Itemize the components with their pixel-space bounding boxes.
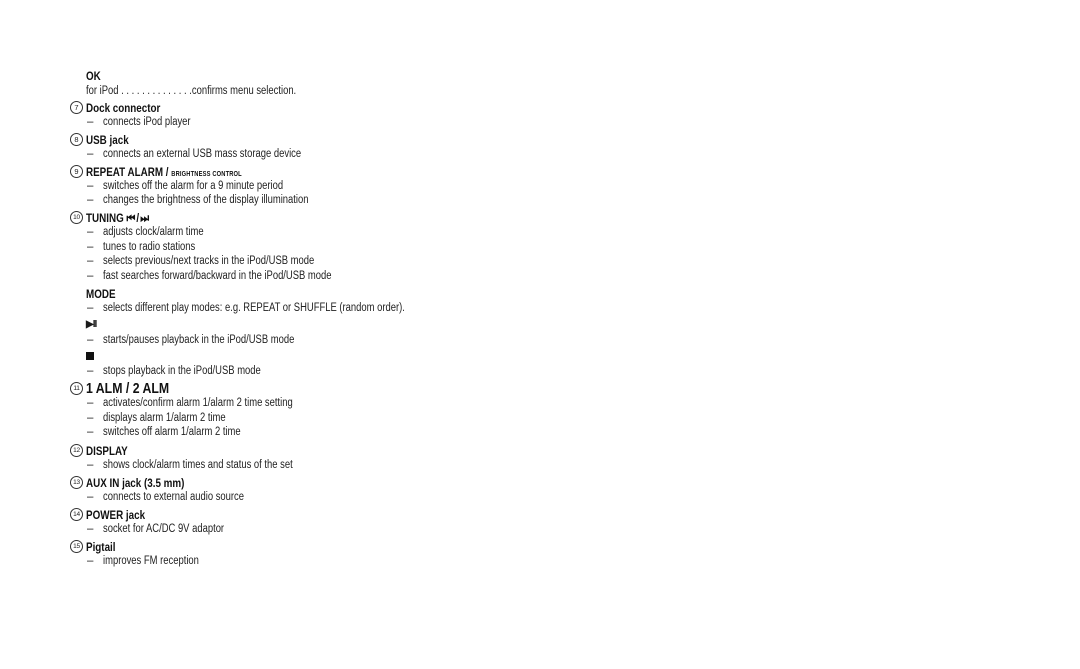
tuning-heading: TUNING ⏮ / ⏭ bbox=[86, 211, 149, 225]
tuning-desc-2: tunes to radio stations bbox=[103, 241, 196, 253]
tuning-desc-1: adjusts clock/alarm time bbox=[103, 226, 204, 238]
item-number-15: 15 bbox=[70, 540, 83, 553]
item-number-14: 14 bbox=[70, 508, 83, 521]
power-jack-desc: socket for AC/DC 9V adaptor bbox=[103, 523, 225, 535]
item-number-7: 7 bbox=[70, 101, 83, 114]
item-number-9: 9 bbox=[70, 165, 83, 178]
stop-icon bbox=[86, 352, 94, 360]
skip-prev-next-icon: ⏮ / ⏭ bbox=[126, 211, 149, 225]
repeat-alarm-title: REPEAT ALARM / bbox=[86, 165, 169, 179]
ok-row-leader: . . . . . . . . . . . . . . bbox=[121, 85, 192, 97]
tuning-desc-3: selects previous/next tracks in the iPod… bbox=[103, 255, 315, 267]
aux-in-heading: AUX IN jack (3.5 mm) bbox=[86, 476, 185, 490]
display-desc: shows clock/alarm times and status of th… bbox=[103, 459, 293, 471]
display-heading: DISPLAY bbox=[86, 444, 128, 458]
stop-desc: stops playback in the iPod/USB mode bbox=[103, 365, 261, 377]
item-number-8: 8 bbox=[70, 133, 83, 146]
bullet-dash: – bbox=[87, 148, 94, 160]
bullet-dash: – bbox=[87, 412, 94, 424]
pigtail-heading: Pigtail bbox=[86, 540, 116, 554]
repeat-alarm-desc-2: changes the brightness of the display il… bbox=[103, 194, 309, 206]
bullet-dash: – bbox=[87, 397, 94, 409]
bullet-dash: – bbox=[87, 116, 94, 128]
bullet-dash: – bbox=[87, 491, 94, 503]
usb-jack-heading: USB jack bbox=[86, 133, 129, 147]
mode-heading: MODE bbox=[86, 287, 116, 301]
play-pause-desc: starts/pauses playback in the iPod/USB m… bbox=[103, 334, 295, 346]
play-pause-icon: ▶II bbox=[86, 319, 97, 330]
bullet-dash: – bbox=[87, 426, 94, 438]
pigtail-desc: improves FM reception bbox=[103, 555, 199, 567]
alarm-heading: 1 ALM / 2 ALM bbox=[86, 380, 170, 397]
brightness-control-subtitle: BRIGHTNESS CONTROL bbox=[171, 171, 242, 178]
alarm-desc-3: switches off alarm 1/alarm 2 time bbox=[103, 426, 241, 438]
manual-page: OK for iPod . . . . . . . . . . . . . .c… bbox=[0, 0, 1080, 669]
item-number-13: 13 bbox=[70, 476, 83, 489]
bullet-dash: – bbox=[87, 523, 94, 535]
bullet-dash: – bbox=[87, 241, 94, 253]
bullet-dash: – bbox=[87, 365, 94, 377]
bullet-dash: – bbox=[87, 226, 94, 238]
bullet-dash: – bbox=[87, 255, 94, 267]
bullet-dash: – bbox=[87, 194, 94, 206]
bullet-dash: – bbox=[87, 180, 94, 192]
alarm-desc-1: activates/confirm alarm 1/alarm 2 time s… bbox=[103, 397, 293, 409]
aux-in-desc: connects to external audio source bbox=[103, 491, 245, 503]
bullet-dash: – bbox=[87, 459, 94, 471]
ok-heading: OK bbox=[86, 69, 101, 83]
bullet-dash: – bbox=[87, 334, 94, 346]
tuning-desc-4: fast searches forward/backward in the iP… bbox=[103, 270, 332, 282]
bullet-dash: – bbox=[87, 555, 94, 567]
dock-connector-desc: connects iPod player bbox=[103, 116, 191, 128]
item-number-12: 12 bbox=[70, 444, 83, 457]
mode-desc: selects different play modes: e.g. REPEA… bbox=[103, 302, 405, 314]
bullet-dash: – bbox=[87, 270, 94, 282]
dock-connector-heading: Dock connector bbox=[86, 101, 161, 115]
repeat-alarm-heading: REPEAT ALARM / BRIGHTNESS CONTROL bbox=[86, 166, 242, 178]
repeat-alarm-desc-1: switches off the alarm for a 9 minute pe… bbox=[103, 180, 284, 192]
power-jack-heading: POWER jack bbox=[86, 508, 146, 522]
tuning-title: TUNING bbox=[86, 211, 124, 225]
ok-row: for iPod . . . . . . . . . . . . . .conf… bbox=[86, 85, 297, 98]
bullet-dash: – bbox=[87, 302, 94, 314]
ok-row-value: confirms menu selection. bbox=[191, 85, 297, 97]
ok-row-label: for iPod bbox=[86, 85, 119, 97]
item-number-10: 10 bbox=[70, 211, 83, 224]
item-number-11: 11 bbox=[70, 382, 83, 395]
alarm-desc-2: displays alarm 1/alarm 2 time bbox=[103, 412, 226, 424]
usb-jack-desc: connects an external USB mass storage de… bbox=[103, 148, 302, 160]
